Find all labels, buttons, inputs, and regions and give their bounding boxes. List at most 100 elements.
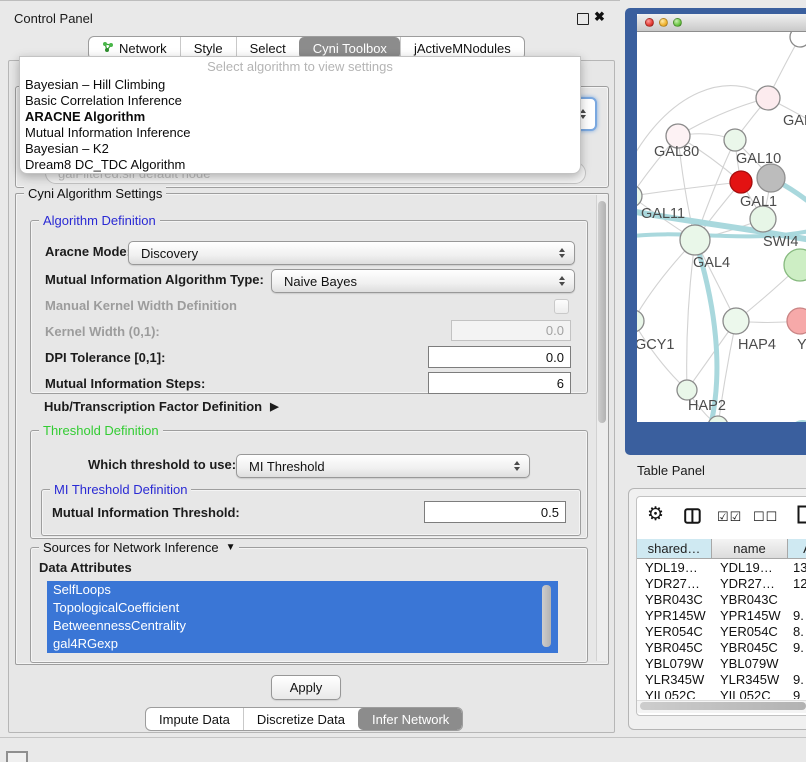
table-hscrollbar-thumb[interactable] bbox=[640, 702, 806, 710]
table-cell: YDR27… bbox=[637, 576, 712, 591]
algorithm-option-bayesian-k2[interactable]: Bayesian – K2 bbox=[20, 141, 580, 157]
algorithm-option-mutual-information-inference[interactable]: Mutual Information Inference bbox=[20, 125, 580, 141]
table-row[interactable]: YER054CYER054C8. bbox=[637, 623, 806, 639]
tab-discretize-data[interactable]: Discretize Data bbox=[243, 708, 358, 730]
mi-steps-input[interactable]: 6 bbox=[428, 372, 571, 394]
network-icon bbox=[102, 41, 114, 56]
mi-type-label: Mutual Information Algorithm Type: bbox=[45, 272, 264, 288]
table-cell: YBR043C bbox=[712, 592, 788, 607]
unselect-columns-icon[interactable]: ☐☐ bbox=[753, 509, 778, 525]
minimize-window-icon[interactable] bbox=[659, 18, 668, 27]
chevron-right-icon: ▶ bbox=[270, 399, 278, 415]
network-node[interactable] bbox=[637, 310, 644, 332]
hub-section-toggle[interactable]: Hub/Transcription Factor Definition ▶ bbox=[44, 399, 279, 415]
export-table-icon[interactable] bbox=[797, 505, 806, 529]
bottom-tabbar: Impute DataDiscretize Data Infer Network bbox=[145, 707, 463, 731]
collapsed-panel-icon[interactable] bbox=[6, 751, 28, 762]
network-node[interactable] bbox=[680, 225, 710, 255]
algorithm-option-aracne-algorithm[interactable]: ARACNE Algorithm bbox=[20, 109, 580, 125]
which-threshold-value: MI Threshold bbox=[249, 459, 325, 474]
node-label: GAL bbox=[783, 113, 806, 129]
column-header-a[interactable]: A bbox=[788, 539, 806, 559]
network-node[interactable] bbox=[724, 129, 746, 151]
column-header-name[interactable]: name bbox=[712, 539, 788, 559]
dpi-tolerance-input[interactable]: 0.0 bbox=[428, 346, 571, 368]
gear-icon[interactable]: ⚙ bbox=[647, 503, 664, 526]
sources-toggle[interactable]: Sources for Network Inference ▼ bbox=[39, 540, 239, 555]
table-header-row: shared…nameA bbox=[637, 539, 806, 559]
table-row[interactable]: YPR145WYPR145W9. bbox=[637, 607, 806, 623]
network-node[interactable] bbox=[757, 164, 785, 192]
float-window-button[interactable] bbox=[577, 13, 589, 25]
table-cell: YBR045C bbox=[712, 640, 788, 655]
attribute-item-topologicalcoefficient[interactable]: TopologicalCoefficient bbox=[47, 599, 558, 617]
select-columns-icon[interactable]: ☑☑ bbox=[717, 509, 742, 525]
close-window-icon[interactable] bbox=[645, 18, 654, 27]
top-divider bbox=[0, 0, 620, 1]
application-window: Control Panel ✖ NetworkStyleSelectCyni T… bbox=[0, 0, 806, 762]
tab-label: Select bbox=[250, 41, 286, 56]
attribute-item-gal4rgexp[interactable]: gal4RGexp bbox=[47, 635, 558, 653]
table-body: YDL19…YDL19…13YDR27…YDR27…12YBR043CYBR04… bbox=[637, 559, 806, 699]
algorithm-option-dream8-dc-tdc-algorithm[interactable]: Dream8 DC_TDC Algorithm bbox=[20, 157, 580, 173]
bottom-divider bbox=[0, 737, 806, 738]
attribute-item-betweennesscentrality[interactable]: BetweennessCentrality bbox=[47, 617, 558, 635]
table-row[interactable]: YBR043CYBR043C bbox=[637, 591, 806, 607]
settings-scrollbar-thumb[interactable] bbox=[598, 201, 606, 423]
which-threshold-select[interactable]: MI Threshold bbox=[236, 454, 530, 478]
table-cell: 8. bbox=[788, 624, 806, 639]
node-label: GCY1 bbox=[637, 337, 675, 353]
table-cell: YBR045C bbox=[637, 640, 712, 655]
network-node[interactable] bbox=[787, 308, 806, 334]
tab-label: Cyni Toolbox bbox=[313, 41, 387, 56]
manual-kernel-checkbox[interactable] bbox=[554, 299, 569, 314]
mi-threshold-input[interactable]: 0.5 bbox=[424, 501, 566, 523]
table-row[interactable]: YDR27…YDR27…12 bbox=[637, 575, 806, 591]
network-node[interactable] bbox=[790, 32, 806, 47]
table-row[interactable]: YBR045CYBR045C9. bbox=[637, 639, 806, 655]
network-node[interactable] bbox=[677, 380, 697, 400]
tab-label: jActiveMNodules bbox=[414, 41, 511, 56]
close-panel-button[interactable]: ✖ bbox=[594, 9, 605, 25]
apply-button[interactable]: Apply bbox=[271, 675, 341, 700]
table-row[interactable]: YLR345WYLR345W9. bbox=[637, 671, 806, 687]
algorithm-option-basic-correlation-inference[interactable]: Basic Correlation Inference bbox=[20, 93, 580, 109]
table-row[interactable]: YDL19…YDL19…13 bbox=[637, 559, 806, 575]
zoom-window-icon[interactable] bbox=[673, 18, 682, 27]
control-panel-body: galFiltered.sif default node Select algo… bbox=[8, 60, 615, 733]
table-cell: YBL079W bbox=[712, 656, 788, 671]
column-header-shared[interactable]: shared… bbox=[637, 539, 712, 559]
table-cell: YPR145W bbox=[637, 608, 712, 623]
network-node[interactable] bbox=[723, 308, 749, 334]
network-node[interactable] bbox=[784, 249, 806, 281]
node-label: Y bbox=[797, 337, 806, 353]
aracne-mode-select[interactable]: Discovery bbox=[128, 241, 575, 265]
tab-impute-data[interactable]: Impute Data bbox=[146, 708, 243, 730]
table-cell: YDL19… bbox=[637, 560, 712, 575]
dpi-tolerance-label: DPI Tolerance [0,1]: bbox=[45, 350, 165, 366]
tab-label: Infer Network bbox=[372, 712, 449, 727]
table-row[interactable]: YIL052CYIL052C9 bbox=[637, 687, 806, 699]
node-label: SWI4 bbox=[763, 234, 798, 250]
split-view-icon[interactable] bbox=[684, 508, 701, 529]
network-node[interactable] bbox=[756, 86, 780, 110]
network-window: GALGAL80GAL10GAL1GAL11SWI4GAL4GCY1HAP4YH… bbox=[637, 14, 806, 422]
cyni-settings-title: Cyni Algorithm Settings bbox=[24, 186, 166, 201]
attribute-item-selfloops[interactable]: SelfLoops bbox=[47, 581, 558, 599]
table-row[interactable]: YBL079WYBL079W bbox=[637, 655, 806, 671]
network-node[interactable] bbox=[730, 171, 752, 193]
data-attributes-list: SelfLoopsTopologicalCoefficientBetweenne… bbox=[47, 581, 558, 653]
mi-type-select[interactable]: Naive Bayes bbox=[271, 269, 575, 293]
algorithm-definition-group: Algorithm Definition Aracne Mode: Discov… bbox=[30, 220, 588, 394]
dropdown-placeholder[interactable]: Select algorithm to view settings bbox=[20, 57, 580, 77]
table-cell: 9 bbox=[788, 688, 806, 700]
control-panel-title: Control Panel bbox=[14, 11, 93, 27]
network-window-titlebar[interactable] bbox=[637, 14, 806, 32]
attributes-scrollbar-thumb[interactable] bbox=[542, 585, 551, 647]
tab-infer-network[interactable]: Infer Network bbox=[358, 708, 462, 730]
algorithm-option-bayesian-hill-climbing[interactable]: Bayesian – Hill Climbing bbox=[20, 77, 580, 93]
network-canvas[interactable]: GALGAL80GAL10GAL1GAL11SWI4GAL4GCY1HAP4YH… bbox=[637, 32, 806, 422]
tab-label: Network bbox=[119, 41, 167, 56]
kernel-width-input[interactable]: 0.0 bbox=[451, 320, 571, 341]
algorithm-definition-title: Algorithm Definition bbox=[39, 213, 160, 228]
